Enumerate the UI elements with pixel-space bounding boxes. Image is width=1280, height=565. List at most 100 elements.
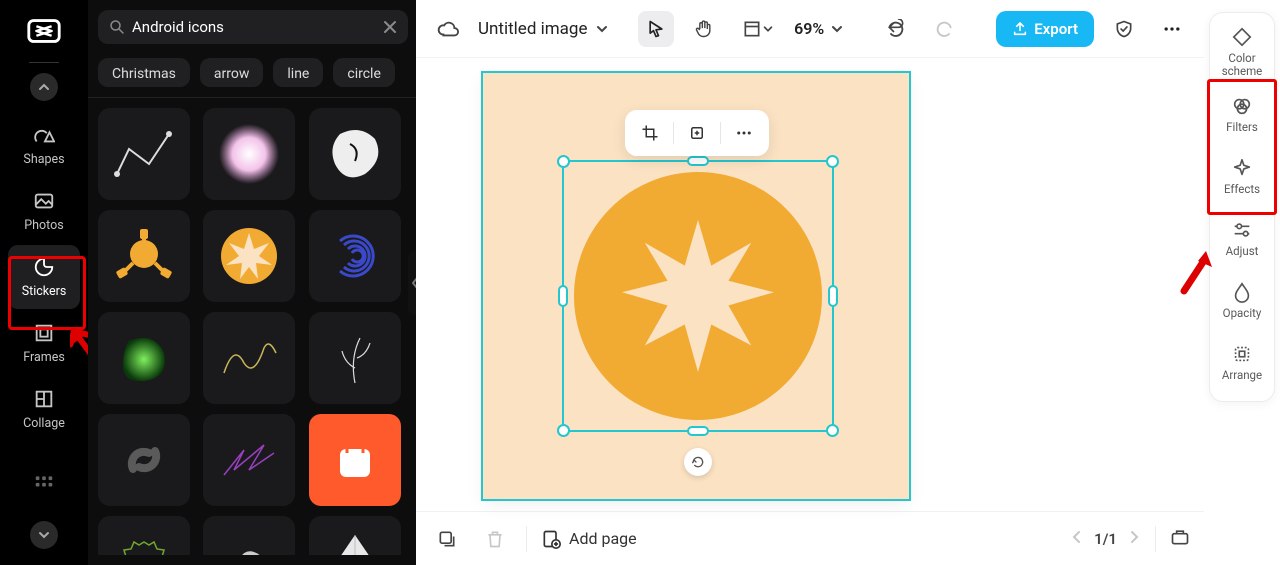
sticker-thumb[interactable] <box>98 108 190 200</box>
rail-collapse-button[interactable] <box>30 73 58 101</box>
export-label: Export <box>1034 20 1078 38</box>
resize-handle-bl[interactable] <box>557 424 570 437</box>
right-item-arrange[interactable]: Arrange <box>1210 331 1274 393</box>
rail-item-more[interactable] <box>8 449 80 513</box>
document-title-dropdown[interactable]: Untitled image <box>478 19 609 39</box>
sticker-thumb[interactable] <box>309 210 401 302</box>
select-tool-button[interactable] <box>638 11 674 47</box>
cloud-sync-button[interactable] <box>430 11 466 47</box>
divider <box>720 122 721 144</box>
prev-page-button[interactable] <box>1070 530 1084 548</box>
right-item-label: Filters <box>1226 121 1258 134</box>
page-indicator: 1/1 <box>1070 526 1190 552</box>
rotate-handle[interactable] <box>684 448 712 476</box>
next-page-button[interactable] <box>1127 530 1141 548</box>
left-rail: Shapes Photos Stickers Frames Collage <box>0 0 88 565</box>
right-item-effects[interactable]: Effects <box>1210 145 1274 207</box>
divider <box>1155 526 1156 552</box>
right-item-filters[interactable]: Filters <box>1210 83 1274 145</box>
divider <box>673 122 674 144</box>
right-item-opacity[interactable]: Opacity <box>1210 269 1274 331</box>
sticker-thumb[interactable] <box>309 312 401 404</box>
fullscreen-pages-button[interactable] <box>1170 527 1190 551</box>
resize-handle-t[interactable] <box>687 156 709 166</box>
hand-tool-button[interactable] <box>686 11 722 47</box>
main-area: Untitled image 69% Export <box>416 0 1204 565</box>
rail-label: Frames <box>23 350 65 365</box>
sticker-thumb[interactable] <box>98 210 190 302</box>
rail-label: Shapes <box>23 152 64 167</box>
bottombar: Add page 1/1 <box>416 511 1204 565</box>
rail-item-collage[interactable]: Collage <box>8 377 80 441</box>
search-icon <box>108 18 126 36</box>
frames-icon <box>33 322 55 344</box>
sticker-spiral-icon <box>320 221 390 291</box>
selection-more-button[interactable] <box>727 116 761 150</box>
chip-line[interactable]: line <box>273 58 323 87</box>
search-input[interactable] <box>132 18 376 36</box>
rail-item-shapes[interactable]: Shapes <box>8 113 80 177</box>
expand-button[interactable] <box>680 116 714 150</box>
grid-dots-icon <box>33 470 55 492</box>
canvas-area[interactable] <box>416 58 1204 511</box>
expand-icon <box>688 124 706 142</box>
resize-handle-r[interactable] <box>828 285 838 307</box>
undo-button[interactable] <box>878 11 914 47</box>
export-button[interactable]: Export <box>996 11 1094 47</box>
clear-search-icon[interactable] <box>382 19 398 35</box>
add-page-label: Add page <box>569 529 637 548</box>
layers-button[interactable] <box>430 522 464 556</box>
chip-arrow[interactable]: arrow <box>200 58 263 87</box>
sticker-thumb[interactable] <box>203 516 295 555</box>
resize-handle-br[interactable] <box>826 424 839 437</box>
app-logo[interactable] <box>25 12 63 50</box>
sticker-thumb[interactable] <box>203 210 295 302</box>
search-field-wrap[interactable] <box>98 10 408 44</box>
chevron-up-icon <box>38 81 50 93</box>
sticker-thumb[interactable] <box>309 414 401 506</box>
sticker-thumb[interactable] <box>203 414 295 506</box>
filters-icon <box>1231 95 1253 117</box>
rail-item-photos[interactable]: Photos <box>8 179 80 243</box>
sticker-thumb[interactable] <box>98 312 190 404</box>
right-item-adjust[interactable]: Adjust <box>1210 207 1274 269</box>
resize-canvas-button[interactable] <box>734 11 782 47</box>
rail-label: Photos <box>24 218 63 233</box>
chevron-down-icon <box>38 529 50 541</box>
zoom-dropdown[interactable]: 69% <box>794 19 844 38</box>
right-item-color-scheme[interactable]: Color scheme <box>1210 21 1274 83</box>
rail-scroll-down-button[interactable] <box>30 521 58 549</box>
right-item-label: Effects <box>1224 183 1260 196</box>
sticker-thumb[interactable] <box>98 516 190 555</box>
chip-christmas[interactable]: Christmas <box>98 58 190 87</box>
rail-item-frames[interactable]: Frames <box>8 311 80 375</box>
dots-icon <box>1162 19 1182 39</box>
sticker-thumb[interactable] <box>98 414 190 506</box>
export-icon <box>1012 21 1028 37</box>
resize-handle-l[interactable] <box>558 285 568 307</box>
more-menu-button[interactable] <box>1154 11 1190 47</box>
sticker-thumb[interactable] <box>203 312 295 404</box>
right-item-label: Adjust <box>1226 245 1259 258</box>
resize-handle-b[interactable] <box>687 426 709 436</box>
sticker-scribble-icon <box>214 323 284 393</box>
chip-row: Christmas arrow line circle <box>98 58 408 87</box>
resize-handle-tl[interactable] <box>557 155 570 168</box>
chip-circle[interactable]: circle <box>333 58 395 87</box>
sticker-thumb[interactable] <box>309 108 401 200</box>
chevron-left-icon <box>1070 530 1084 544</box>
add-page-button[interactable]: Add page <box>541 529 637 549</box>
selection-box[interactable] <box>562 160 834 432</box>
crop-icon <box>641 124 659 142</box>
redo-button[interactable] <box>926 11 962 47</box>
sticker-thumb[interactable] <box>203 108 295 200</box>
sticker-thumb[interactable] <box>309 516 401 555</box>
rail-item-stickers[interactable]: Stickers <box>8 245 80 309</box>
sticker-line-art-icon <box>109 119 179 189</box>
sticker-crystal-icon <box>320 527 390 555</box>
crop-button[interactable] <box>633 116 667 150</box>
sticker-green-blob-icon <box>109 323 179 393</box>
rail-label: Collage <box>23 416 65 431</box>
shield-button[interactable] <box>1106 11 1142 47</box>
resize-handle-tr[interactable] <box>826 155 839 168</box>
